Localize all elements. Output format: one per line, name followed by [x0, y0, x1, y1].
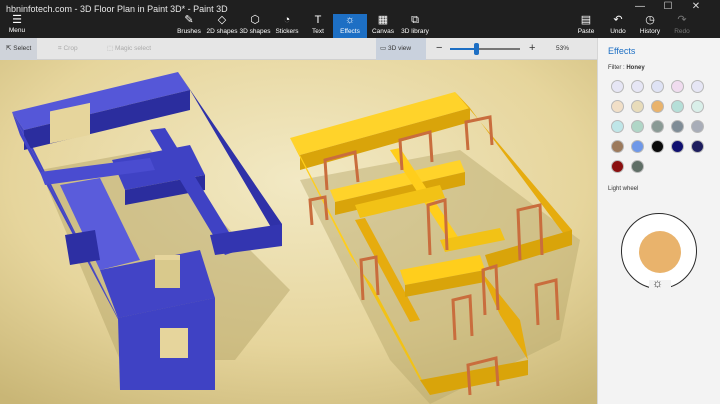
filter-swatch[interactable]: [631, 100, 644, 113]
filter-swatch[interactable]: [651, 120, 664, 133]
light-wheel-label: Light wheel: [608, 186, 639, 192]
redo-icon: ↷: [677, 14, 687, 26]
filter-swatch[interactable]: [631, 80, 644, 93]
paste-icon: ▤: [580, 14, 592, 26]
tool-3d-library[interactable]: ⧉ 3D library: [398, 14, 432, 38]
undo-icon: ↶: [613, 14, 623, 26]
magic-select-button[interactable]: ⬚ Magic select: [107, 38, 151, 60]
filter-swatch[interactable]: [611, 100, 624, 113]
paste-button[interactable]: ▤ Paste: [571, 14, 601, 38]
tool-label: Effects: [340, 28, 360, 35]
shapes-2d-icon: ◇: [217, 14, 227, 26]
light-color-preview: [639, 231, 681, 273]
sticker-icon: ◔: [283, 14, 291, 26]
filter-swatch[interactable]: [671, 80, 684, 93]
filter-swatch[interactable]: [691, 140, 704, 153]
filter-swatch[interactable]: [631, 140, 644, 153]
hamburger-icon: ☰: [12, 14, 22, 26]
filter-swatch[interactable]: [651, 100, 664, 113]
magic-select-label: Magic select: [114, 45, 152, 52]
filter-swatch[interactable]: [651, 140, 664, 153]
undo-button[interactable]: ↶ Undo: [603, 14, 633, 38]
filter-line: Filter : Honey: [608, 65, 645, 71]
select-label: Select: [13, 45, 32, 52]
view-3d-icon: ▭: [380, 45, 388, 52]
crop-label: Crop: [63, 45, 78, 52]
brush-icon: ✎: [184, 14, 194, 26]
title-bar: hbninfotech.com - 3D Floor Plan in Paint…: [0, 0, 720, 38]
view-3d-label: 3D view: [387, 45, 412, 52]
undo-label: Undo: [610, 28, 626, 35]
filter-label: Filter :: [608, 65, 625, 71]
zoom-slider[interactable]: [450, 43, 520, 55]
tool-canvas[interactable]: ▦ Canvas: [366, 14, 400, 38]
filter-swatch[interactable]: [651, 80, 664, 93]
history-icon: ◷: [645, 14, 655, 26]
tool-label: 2D shapes: [206, 28, 238, 35]
maximize-button[interactable]: ☐: [656, 0, 680, 14]
filter-swatch[interactable]: [671, 140, 684, 153]
sun-icon[interactable]: ☼: [652, 276, 663, 290]
tool-label: 3D shapes: [239, 28, 271, 35]
close-button[interactable]: ✕: [684, 0, 708, 14]
menu-label: Menu: [8, 27, 26, 34]
filter-swatch[interactable]: [611, 140, 624, 153]
filter-swatch[interactable]: [671, 100, 684, 113]
history-button[interactable]: ◷ History: [635, 14, 665, 38]
tool-label: Text: [312, 28, 324, 35]
redo-label: Redo: [674, 28, 690, 35]
filter-swatch[interactable]: [631, 120, 644, 133]
zoom-slider-thumb[interactable]: [473, 43, 479, 55]
sub-toolbar: ⇱ Select ⌗ Crop ⬚ Magic select ▭ 3D view…: [0, 38, 597, 60]
tool-effects[interactable]: ☼ Effects: [333, 14, 367, 38]
tool-3d-shapes[interactable]: ⬡ 3D shapes: [238, 14, 272, 38]
window-title: hbninfotech.com - 3D Floor Plan in Paint…: [6, 4, 228, 14]
paste-label: Paste: [577, 28, 595, 35]
minimize-button[interactable]: —: [628, 0, 652, 14]
floor-plan-scene: [0, 60, 597, 404]
filter-swatch[interactable]: [611, 120, 624, 133]
view-3d-button[interactable]: ▭ 3D view: [376, 38, 426, 60]
text-icon: T: [314, 14, 322, 26]
crop-button[interactable]: ⌗ Crop: [58, 38, 78, 60]
filter-value: Honey: [626, 65, 645, 71]
sun-icon: ☼: [344, 14, 356, 26]
tool-label: Stickers: [275, 28, 299, 35]
filter-swatch[interactable]: [691, 120, 704, 133]
tool-label: Brushes: [177, 28, 201, 35]
magic-select-icon: ⬚: [107, 45, 115, 52]
filter-swatch[interactable]: [691, 100, 704, 113]
zoom-out-button[interactable]: −: [436, 38, 442, 59]
tool-label: Canvas: [371, 28, 395, 35]
filter-swatch[interactable]: [631, 160, 644, 173]
canvas-icon: ▦: [377, 14, 389, 26]
zoom-percentage: 53%: [556, 45, 570, 52]
tool-label: 3D library: [401, 28, 429, 35]
canvas-area[interactable]: [0, 60, 597, 404]
cube-icon: ⬡: [250, 14, 260, 26]
zoom-in-button[interactable]: +: [529, 38, 535, 59]
tool-2d-shapes[interactable]: ◇ 2D shapes: [205, 14, 239, 38]
filter-swatch[interactable]: [611, 160, 624, 173]
library-icon: ⧉: [411, 14, 419, 26]
filter-swatch[interactable]: [691, 80, 704, 93]
redo-button[interactable]: ↷ Redo: [667, 14, 697, 38]
tool-stickers[interactable]: ◔ Stickers: [270, 14, 304, 38]
panel-title: Effects: [608, 46, 636, 56]
filter-swatch[interactable]: [611, 80, 624, 93]
tool-brushes[interactable]: ✎ Brushes: [172, 14, 206, 38]
filter-swatch[interactable]: [671, 120, 684, 133]
menu-button[interactable]: ☰ Menu: [6, 14, 28, 35]
tool-text[interactable]: T Text: [301, 14, 335, 38]
history-label: History: [639, 28, 661, 35]
zoom-slider-fill: [450, 48, 476, 50]
effects-panel: Effects Filter : Honey Light wheel ☼: [597, 38, 720, 404]
select-button[interactable]: ⇱ Select: [0, 38, 38, 60]
